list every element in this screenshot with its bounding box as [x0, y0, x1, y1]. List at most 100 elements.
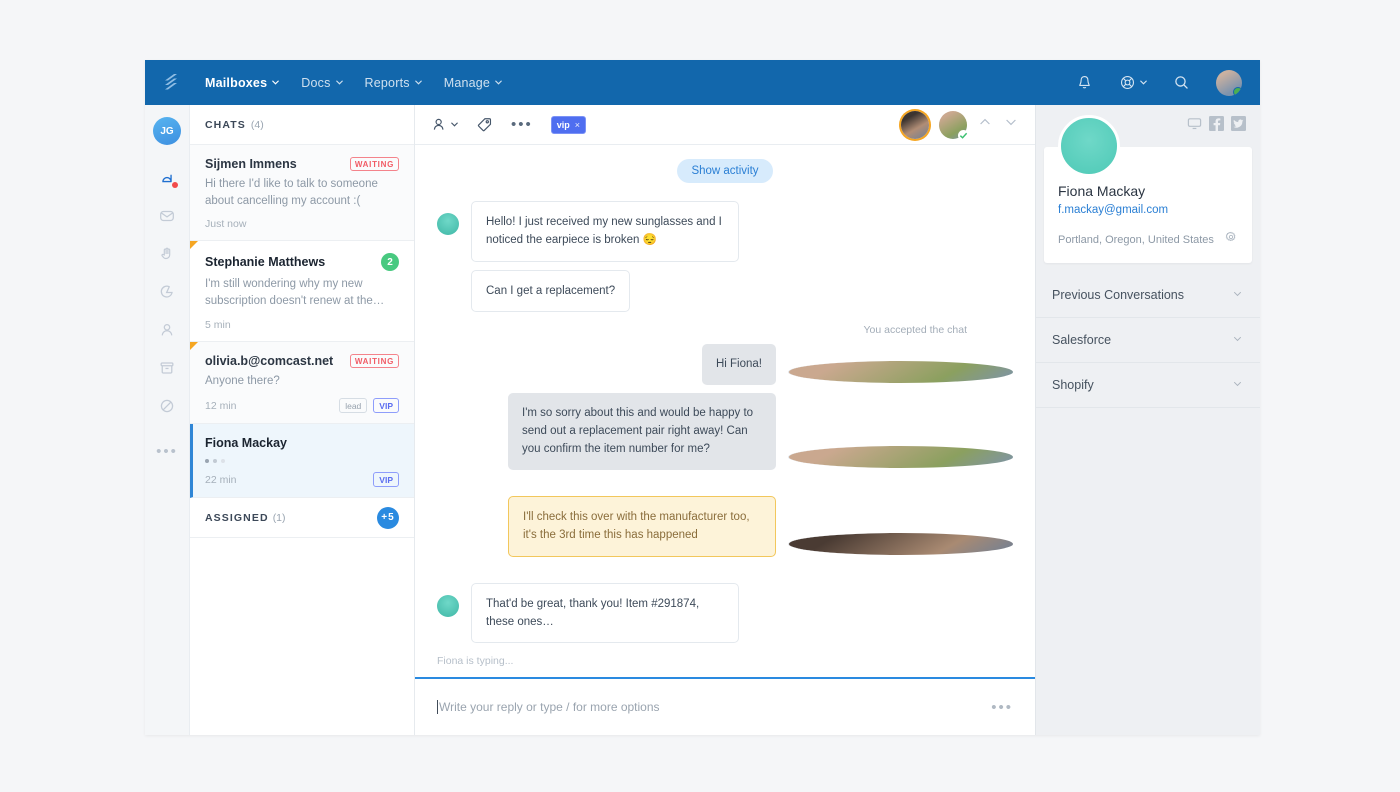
avatar	[437, 213, 459, 235]
status-badge: WAITING	[350, 354, 399, 368]
chat-icon[interactable]	[152, 163, 182, 193]
avatar	[788, 446, 1013, 468]
unread-count-badge: 2	[381, 253, 399, 271]
assigned-label: ASSIGNED	[205, 512, 269, 524]
blocked-icon[interactable]	[152, 391, 182, 421]
chat-item-preview: Anyone there?	[205, 373, 399, 390]
chat-item-name: Fiona Mackay	[205, 436, 287, 450]
bell-icon[interactable]	[1076, 74, 1093, 91]
person-icon[interactable]	[152, 315, 182, 345]
nav-item-manage[interactable]: Manage	[444, 76, 502, 90]
archive-icon[interactable]	[152, 353, 182, 383]
assigned-section-header[interactable]: ASSIGNED (1) +5	[190, 498, 414, 538]
hand-wave-icon[interactable]	[152, 239, 182, 269]
customer-card: Fiona Mackay f.mackay@gmail.com Portland…	[1044, 147, 1252, 263]
reply-composer[interactable]: Write your reply or type / for more opti…	[415, 677, 1035, 735]
chat-monitor-icon[interactable]	[1187, 116, 1202, 136]
message-bubble: That'd be great, thank you! Item #291874…	[471, 583, 739, 644]
chevron-down-icon	[451, 121, 458, 128]
nav-item-mailboxes[interactable]: Mailboxes	[205, 76, 279, 90]
chat-item-time: 12 min	[205, 400, 237, 412]
chat-item-time: Just now	[205, 218, 246, 230]
sidebar-section-salesforce[interactable]: Salesforce	[1036, 318, 1260, 363]
nav-item-reports[interactable]: Reports	[365, 76, 422, 90]
chat-item-preview: Hi there I'd like to talk to someone abo…	[205, 176, 399, 209]
conversation-tag-label: vip	[557, 120, 570, 130]
participant-avatar-active[interactable]	[901, 111, 929, 139]
list-item[interactable]: Stephanie Matthews 2 I'm still wondering…	[190, 241, 414, 341]
app-window: Mailboxes Docs Reports Manage	[145, 60, 1260, 735]
show-activity-button[interactable]: Show activity	[677, 159, 772, 183]
typing-indicator	[205, 459, 399, 463]
avatar	[788, 361, 1013, 383]
customer-avatar[interactable]	[1058, 115, 1120, 177]
message-row-incoming: Hello! I just received my new sunglasses…	[437, 201, 1013, 262]
conversation-tag-chip[interactable]: vip ×	[551, 116, 586, 134]
chat-item-time: 5 min	[205, 319, 231, 331]
lifebuoy-icon[interactable]	[1119, 74, 1147, 91]
text-cursor	[437, 700, 438, 714]
chevron-down-icon	[415, 79, 422, 86]
list-item[interactable]: olivia.b@comcast.net WAITING Anyone ther…	[190, 342, 414, 425]
internal-note-bubble: I'll check this over with the manufactur…	[508, 496, 776, 557]
chevron-down-icon	[495, 79, 502, 86]
section-label: Shopify	[1052, 378, 1094, 392]
status-badge: WAITING	[350, 157, 399, 171]
system-message: You accepted the chat	[437, 324, 967, 336]
chat-list-header-label: CHATS	[205, 119, 246, 131]
section-label: Salesforce	[1052, 333, 1111, 347]
chevron-up-icon[interactable]	[977, 114, 993, 135]
more-horizontal-icon[interactable]: •••	[511, 117, 533, 132]
avatar	[788, 533, 1013, 555]
chevron-down-icon[interactable]	[1003, 114, 1019, 135]
left-rail: JG	[145, 105, 190, 735]
list-item[interactable]: Sijmen Immens WAITING Hi there I'd like …	[190, 145, 414, 241]
sidebar-section-previous-conversations[interactable]: Previous Conversations	[1036, 273, 1260, 318]
notification-dot	[172, 182, 178, 188]
message-thread: Show activity Hello! I just received my …	[415, 145, 1035, 655]
top-nav-actions	[1076, 70, 1242, 96]
tag-icon[interactable]	[476, 116, 493, 133]
twitter-icon[interactable]	[1231, 116, 1246, 136]
message-row-incoming: That'd be great, thank you! Item #291874…	[437, 583, 1013, 644]
close-icon[interactable]: ×	[575, 120, 580, 130]
assigned-count: (1)	[273, 512, 286, 524]
chat-item-time: 22 min	[205, 474, 237, 486]
conversation-toolbar: ••• vip ×	[415, 105, 1035, 145]
assigned-overflow-badge[interactable]: +5	[377, 507, 399, 529]
facebook-icon[interactable]	[1209, 116, 1224, 136]
message-bubble: Hello! I just received my new sunglasses…	[471, 201, 739, 262]
reply-input-placeholder[interactable]: Write your reply or type / for more opti…	[439, 700, 660, 714]
search-icon[interactable]	[1173, 74, 1190, 91]
participant-avatar-agent[interactable]	[939, 111, 967, 139]
tag-lead[interactable]: lead	[339, 398, 367, 413]
more-horizontal-icon[interactable]: •••	[991, 699, 1013, 716]
check-icon	[958, 130, 969, 141]
reports-pie-icon[interactable]	[152, 277, 182, 307]
message-row-outgoing: Hi Fiona!	[437, 344, 1013, 384]
list-item-selected[interactable]: Fiona Mackay 22 min VIP	[190, 424, 414, 498]
chat-item-name: Stephanie Matthews	[205, 255, 325, 269]
chat-item-name: olivia.b@comcast.net	[205, 354, 333, 368]
gear-icon[interactable]	[1224, 230, 1238, 249]
tag-vip[interactable]: VIP	[373, 398, 399, 413]
message-bubble: Can I get a replacement?	[471, 270, 630, 312]
chat-item-name: Sijmen Immens	[205, 157, 297, 171]
helpscout-logo-icon[interactable]	[163, 71, 187, 95]
avatar[interactable]	[1216, 70, 1242, 96]
person-assign-icon[interactable]	[431, 116, 458, 133]
more-horizontal-icon[interactable]: •••	[156, 443, 178, 460]
message-row-outgoing: I'm so sorry about this and would be hap…	[437, 393, 1013, 470]
nav-item-docs[interactable]: Docs	[301, 76, 342, 90]
rail-user-avatar[interactable]: JG	[153, 117, 181, 145]
chat-list-panel: CHATS (4) Sijmen Immens WAITING Hi there…	[190, 105, 415, 735]
conversation-panel: ••• vip ×	[415, 105, 1035, 735]
sidebar-section-shopify[interactable]: Shopify	[1036, 363, 1260, 408]
customer-email[interactable]: f.mackay@gmail.com	[1058, 204, 1238, 216]
tag-vip[interactable]: VIP	[373, 472, 399, 487]
chat-list-header: CHATS (4)	[190, 105, 414, 145]
customer-name: Fiona Mackay	[1058, 183, 1238, 199]
inbox-icon[interactable]	[152, 201, 182, 231]
chat-item-preview: I'm still wondering why my new subscript…	[205, 276, 399, 309]
chat-list-header-count: (4)	[251, 119, 264, 131]
